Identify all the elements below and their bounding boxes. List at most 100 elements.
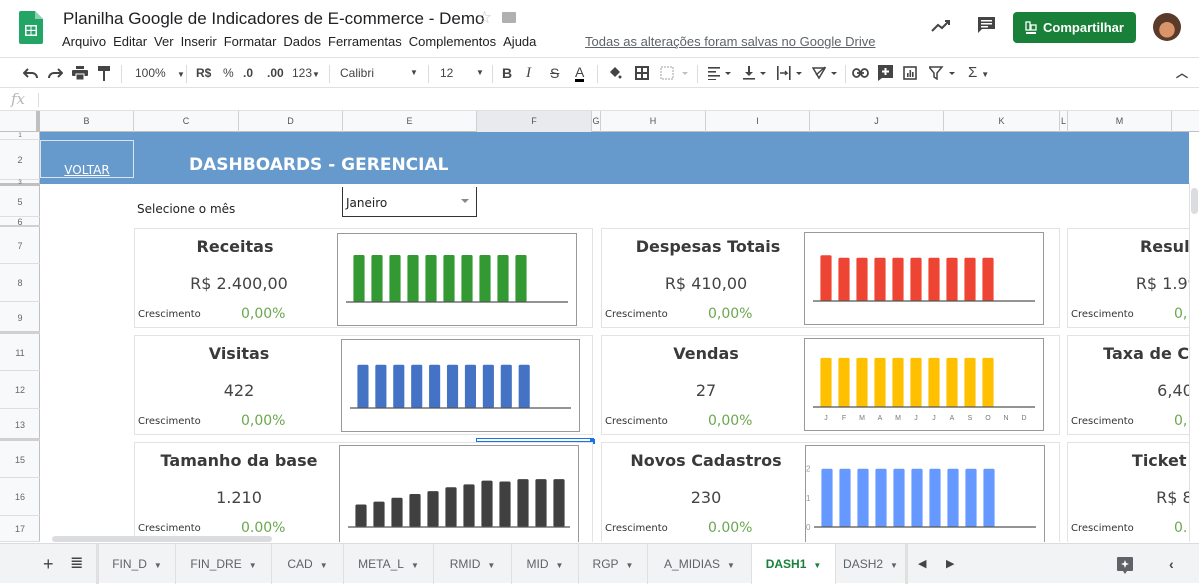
menu-ajuda[interactable]: Ajuda bbox=[503, 34, 536, 49]
decrease-decimal-button[interactable]: .0 bbox=[243, 64, 253, 82]
menu-arquivo[interactable]: Arquivo bbox=[62, 34, 106, 49]
row-header[interactable]: 12 bbox=[0, 371, 40, 409]
explore-icon[interactable] bbox=[1117, 557, 1133, 574]
row-header[interactable]: 1 bbox=[0, 132, 40, 140]
column-header-i[interactable]: I bbox=[706, 111, 810, 132]
menu-editar[interactable]: Editar bbox=[113, 34, 147, 49]
sheet-tab-meta-l[interactable]: META_L ▼ bbox=[344, 544, 434, 584]
print-icon[interactable] bbox=[72, 66, 88, 80]
chart-tamanho-base[interactable] bbox=[339, 445, 579, 542]
row-header[interactable]: 6 bbox=[0, 217, 40, 227]
menu-formatar[interactable]: Formatar bbox=[224, 34, 277, 49]
row-header[interactable]: 11 bbox=[0, 335, 40, 371]
insert-link-icon[interactable] bbox=[852, 68, 869, 78]
column-header-c[interactable]: C bbox=[134, 111, 239, 132]
activity-trend-icon[interactable] bbox=[930, 18, 952, 34]
menu-inserir[interactable]: Inserir bbox=[181, 34, 217, 49]
sheet-tab-rgp[interactable]: RGP ▼ bbox=[579, 544, 648, 584]
font-family-select[interactable]: Calibri ▼ bbox=[340, 64, 420, 82]
row-header[interactable]: 7 bbox=[0, 228, 40, 264]
all-sheets-icon[interactable]: ≣ bbox=[70, 544, 83, 584]
row-header[interactable]: 15 bbox=[0, 442, 40, 478]
chart-receitas[interactable] bbox=[337, 233, 577, 326]
increase-decimal-button[interactable]: .00 bbox=[267, 64, 284, 82]
column-header-d[interactable]: D bbox=[239, 111, 343, 132]
percent-format-button[interactable]: % bbox=[223, 64, 234, 82]
row-header[interactable]: 16 bbox=[0, 478, 40, 516]
star-icon[interactable]: ☆ bbox=[477, 8, 492, 28]
row-header[interactable]: 13 bbox=[0, 409, 40, 441]
bold-button[interactable]: B bbox=[502, 64, 512, 82]
month-dropdown[interactable]: Janeiro bbox=[342, 187, 477, 217]
row-header[interactable]: 2 bbox=[0, 140, 40, 180]
horizontal-scrollbar[interactable] bbox=[40, 535, 1189, 543]
add-sheet-icon[interactable]: + bbox=[43, 544, 54, 584]
currency-format-button[interactable]: R$ bbox=[196, 64, 211, 82]
vertical-scroll-thumb[interactable] bbox=[1191, 188, 1198, 214]
row-header[interactable]: 8 bbox=[0, 264, 40, 302]
corner-cell[interactable] bbox=[0, 111, 40, 132]
folder-icon[interactable] bbox=[502, 12, 516, 23]
italic-button[interactable]: I bbox=[526, 64, 531, 82]
user-avatar[interactable] bbox=[1153, 13, 1181, 41]
scroll-tabs-right-icon[interactable]: ▶ bbox=[946, 544, 954, 584]
side-panel-toggle-icon[interactable]: ‹ bbox=[1169, 544, 1174, 584]
sheet-tab-dash2[interactable]: DASH2 ▼ bbox=[836, 544, 908, 584]
column-header-l[interactable]: L bbox=[1060, 111, 1068, 132]
column-header-k[interactable]: K bbox=[944, 111, 1060, 132]
sheet-tab-a-midias[interactable]: A_MIDIAS ▼ bbox=[648, 544, 752, 584]
vertical-align-icon[interactable] bbox=[743, 66, 769, 80]
text-wrap-icon[interactable] bbox=[777, 66, 805, 80]
strikethrough-button[interactable]: S bbox=[550, 64, 559, 82]
sheet-tab-mid[interactable]: MID ▼ bbox=[512, 544, 579, 584]
filter-icon[interactable] bbox=[929, 66, 959, 80]
column-header-j[interactable]: J bbox=[810, 111, 944, 132]
column-header-f[interactable]: F bbox=[477, 111, 592, 132]
document-title[interactable]: Planilha Google de Indicadores de E-comm… bbox=[63, 9, 484, 29]
horizontal-scroll-thumb[interactable] bbox=[52, 536, 272, 542]
share-button[interactable]: Compartilhar bbox=[1013, 12, 1136, 43]
undo-icon[interactable] bbox=[23, 67, 39, 79]
redo-icon[interactable] bbox=[47, 67, 63, 79]
formula-input[interactable] bbox=[46, 92, 1186, 108]
save-status-link[interactable]: Todas as alterações foram salvas no Goog… bbox=[585, 34, 875, 49]
column-header-g[interactable]: G bbox=[592, 111, 601, 132]
menu-dados[interactable]: Dados bbox=[283, 34, 321, 49]
insert-comment-icon[interactable] bbox=[878, 65, 893, 81]
menu-ferramentas[interactable]: Ferramentas bbox=[328, 34, 402, 49]
row-header[interactable]: 5 bbox=[0, 187, 40, 217]
column-header-b[interactable]: B bbox=[40, 111, 134, 132]
sheet-tab-rmid[interactable]: RMID ▼ bbox=[434, 544, 512, 584]
sheet-tab-dash1[interactable]: DASH1 ▼ bbox=[752, 544, 836, 584]
more-formats-button[interactable]: 123▼ bbox=[292, 64, 320, 82]
text-rotation-icon[interactable] bbox=[812, 65, 840, 80]
comments-icon[interactable] bbox=[977, 16, 996, 34]
chart-visitas[interactable] bbox=[341, 339, 580, 432]
sheet-tab-fin-d[interactable]: FIN_D ▼ bbox=[96, 544, 176, 584]
sheet-tab-cad[interactable]: CAD ▼ bbox=[272, 544, 344, 584]
column-header-e[interactable]: E bbox=[343, 111, 477, 132]
row-header[interactable]: 3 bbox=[0, 180, 40, 186]
column-header-m[interactable]: M bbox=[1068, 111, 1172, 132]
row-header[interactable]: 9 bbox=[0, 302, 40, 334]
font-size-select[interactable]: 12 ▼ bbox=[440, 64, 485, 82]
merge-cells-icon[interactable] bbox=[660, 66, 688, 80]
menu-ver[interactable]: Ver bbox=[154, 34, 174, 49]
sheet-grid[interactable]: VOLTAR DASHBOARDS - GERENCIAL Selecione … bbox=[40, 132, 1189, 542]
row-header[interactable]: 17 bbox=[0, 516, 40, 542]
insert-chart-icon[interactable] bbox=[903, 66, 917, 80]
zoom-select[interactable]: 100% ▼ bbox=[135, 64, 185, 82]
sheet-tab-fin-dre[interactable]: FIN_DRE ▼ bbox=[176, 544, 272, 584]
paint-format-icon[interactable] bbox=[98, 66, 110, 81]
scroll-tabs-left-icon[interactable]: ◀ bbox=[918, 544, 926, 584]
back-link[interactable]: VOLTAR bbox=[40, 140, 134, 178]
horizontal-align-icon[interactable] bbox=[708, 66, 734, 80]
fill-color-icon[interactable] bbox=[608, 66, 622, 80]
menu-complementos[interactable]: Complementos bbox=[409, 34, 496, 49]
borders-icon[interactable] bbox=[635, 66, 649, 80]
column-header-h[interactable]: H bbox=[601, 111, 706, 132]
collapse-toolbar-icon[interactable]: ︿ bbox=[1176, 64, 1188, 82]
functions-button[interactable]: Σ ▼ bbox=[968, 64, 989, 82]
text-color-button[interactable]: A bbox=[575, 64, 585, 82]
vertical-scrollbar[interactable] bbox=[1189, 183, 1199, 542]
